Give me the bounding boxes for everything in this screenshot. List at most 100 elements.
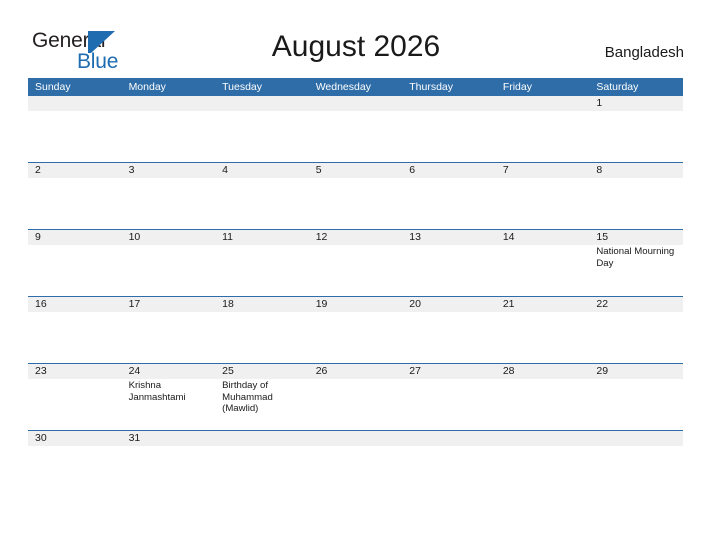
day-cell-19[interactable]: 19: [309, 297, 403, 363]
day-number: 23: [35, 365, 47, 377]
day-cell-30[interactable]: 30: [28, 431, 122, 450]
day-cell-empty: [309, 431, 403, 450]
day-of-week-header: Sunday Monday Tuesday Wednesday Thursday Frid…: [28, 78, 683, 96]
day-number: 8: [596, 164, 603, 176]
day-number: 17: [128, 298, 141, 310]
day-of-week-friday: Friday: [502, 81, 532, 93]
day-cell-2[interactable]: 2: [28, 163, 122, 229]
day-number: 22: [596, 298, 609, 310]
day-cell-14[interactable]: 14: [496, 230, 590, 296]
day-number: 7: [502, 164, 509, 176]
day-number: 24: [128, 365, 141, 377]
day-cell-16[interactable]: 16: [28, 297, 122, 363]
day-number: 3: [128, 164, 135, 176]
day-of-week-tuesday: Tuesday: [222, 81, 263, 93]
event-label: National Mourning Day: [596, 246, 675, 269]
day-number: 4: [222, 164, 228, 176]
day-cell-24[interactable]: 24 Krishna Janmashtami: [122, 364, 216, 430]
day-of-week-sunday: Sunday: [35, 81, 71, 93]
day-cell-empty: [28, 96, 122, 162]
day-of-week-thursday: Thursday: [409, 81, 454, 93]
day-number: 26: [315, 365, 328, 377]
calendar-grid: Sunday Monday Tuesday Wednesday Thursday Frid…: [28, 78, 683, 450]
week-cells: 9 10 11 12 13 14 15 National Mourning Day: [28, 230, 683, 296]
day-cell-20[interactable]: 20: [402, 297, 496, 363]
calendar-week-row: 1: [28, 96, 683, 163]
day-number: 9: [35, 231, 41, 243]
day-number: 1: [596, 97, 603, 109]
day-number: 31: [128, 432, 141, 444]
event-list: Birthday of Muhammad (Mawlid): [222, 379, 309, 415]
day-cell-5[interactable]: 5: [309, 163, 403, 229]
calendar-week-row: 2 3 4 5 6 7 8: [28, 163, 683, 230]
day-number: 25: [222, 365, 234, 377]
event-list: Krishna Janmashtami: [129, 379, 216, 403]
day-cell-9[interactable]: 9: [28, 230, 122, 296]
day-cell-15[interactable]: 15 National Mourning Day: [589, 230, 683, 296]
day-cell-8[interactable]: 8: [589, 163, 683, 229]
day-cell-empty: [402, 431, 496, 450]
page-header: General Blue August 2026 Bangladesh: [0, 0, 712, 78]
day-number: 29: [596, 365, 609, 377]
day-number: 5: [315, 164, 322, 176]
day-number: 19: [315, 298, 328, 310]
day-cell-empty: [496, 96, 590, 162]
day-cell-10[interactable]: 10: [122, 230, 216, 296]
day-cell-empty: [309, 96, 403, 162]
calendar-week-row: 30 31: [28, 431, 683, 450]
day-number: 6: [409, 164, 416, 176]
day-number: 13: [409, 231, 421, 243]
calendar-week-row: 16 17 18 19 20 21 22: [28, 297, 683, 364]
day-number: 10: [128, 231, 141, 243]
day-number: 21: [502, 298, 515, 310]
day-cell-7[interactable]: 7: [496, 163, 590, 229]
day-of-week-saturday: Saturday: [596, 81, 639, 93]
calendar-week-row: 23 24 Krishna Janmashtami 25 Birthday of Muh…: [28, 364, 683, 431]
event-label: Krishna Janmashtami: [128, 380, 186, 403]
day-cell-3[interactable]: 3: [122, 163, 216, 229]
day-cell-4[interactable]: 4: [215, 163, 309, 229]
day-number: 20: [409, 298, 421, 310]
day-cell-26[interactable]: 26: [309, 364, 403, 430]
day-cell-29[interactable]: 29: [589, 364, 683, 430]
day-cell-12[interactable]: 12: [309, 230, 403, 296]
week-cells: 2 3 4 5 6 7 8: [28, 163, 683, 229]
event-label: Birthday of Muhammad (Mawlid): [222, 380, 273, 415]
week-cells: 1: [28, 96, 683, 162]
day-cell-1[interactable]: 1: [589, 96, 683, 162]
day-number: 15: [596, 231, 609, 243]
day-cell-empty: [215, 96, 309, 162]
day-number: 16: [35, 298, 47, 310]
day-cell-empty: [589, 431, 683, 450]
day-cell-empty: [215, 431, 309, 450]
day-cell-31[interactable]: 31: [122, 431, 216, 450]
day-cell-22[interactable]: 22: [589, 297, 683, 363]
day-number: 2: [35, 164, 41, 176]
day-number: 28: [502, 365, 515, 377]
day-number: 27: [409, 365, 421, 377]
day-cell-empty: [122, 96, 216, 162]
calendar-weeks: 1 2 3 4 5 6 7 8 9 10 11 12 13 14 15 National Mourning D…: [28, 96, 683, 450]
day-cell-27[interactable]: 27: [402, 364, 496, 430]
day-cell-11[interactable]: 11: [215, 230, 309, 296]
day-cell-25[interactable]: 25 Birthday of Muhammad (Mawlid): [215, 364, 309, 430]
week-cells: 23 24 Krishna Janmashtami 25 Birthday of Muh…: [28, 364, 683, 430]
country-label: Bangladesh: [604, 44, 684, 61]
day-cell-13[interactable]: 13: [402, 230, 496, 296]
day-cell-empty: [402, 96, 496, 162]
week-cells: 30 31: [28, 431, 683, 450]
day-cell-21[interactable]: 21: [496, 297, 590, 363]
day-cell-6[interactable]: 6: [402, 163, 496, 229]
day-cell-28[interactable]: 28: [496, 364, 590, 430]
day-of-week-wednesday: Wednesday: [315, 81, 371, 93]
day-cell-18[interactable]: 18: [215, 297, 309, 363]
day-number: 11: [222, 231, 234, 243]
event-list: National Mourning Day: [596, 245, 683, 269]
day-number: 12: [315, 231, 328, 243]
day-number: 30: [35, 432, 47, 444]
day-cell-17[interactable]: 17: [122, 297, 216, 363]
calendar-page: General Blue August 2026 Bangladesh Sund…: [0, 0, 712, 550]
day-cell-23[interactable]: 23: [28, 364, 122, 430]
day-cell-empty: [496, 431, 590, 450]
day-of-week-monday: Monday: [128, 81, 166, 93]
